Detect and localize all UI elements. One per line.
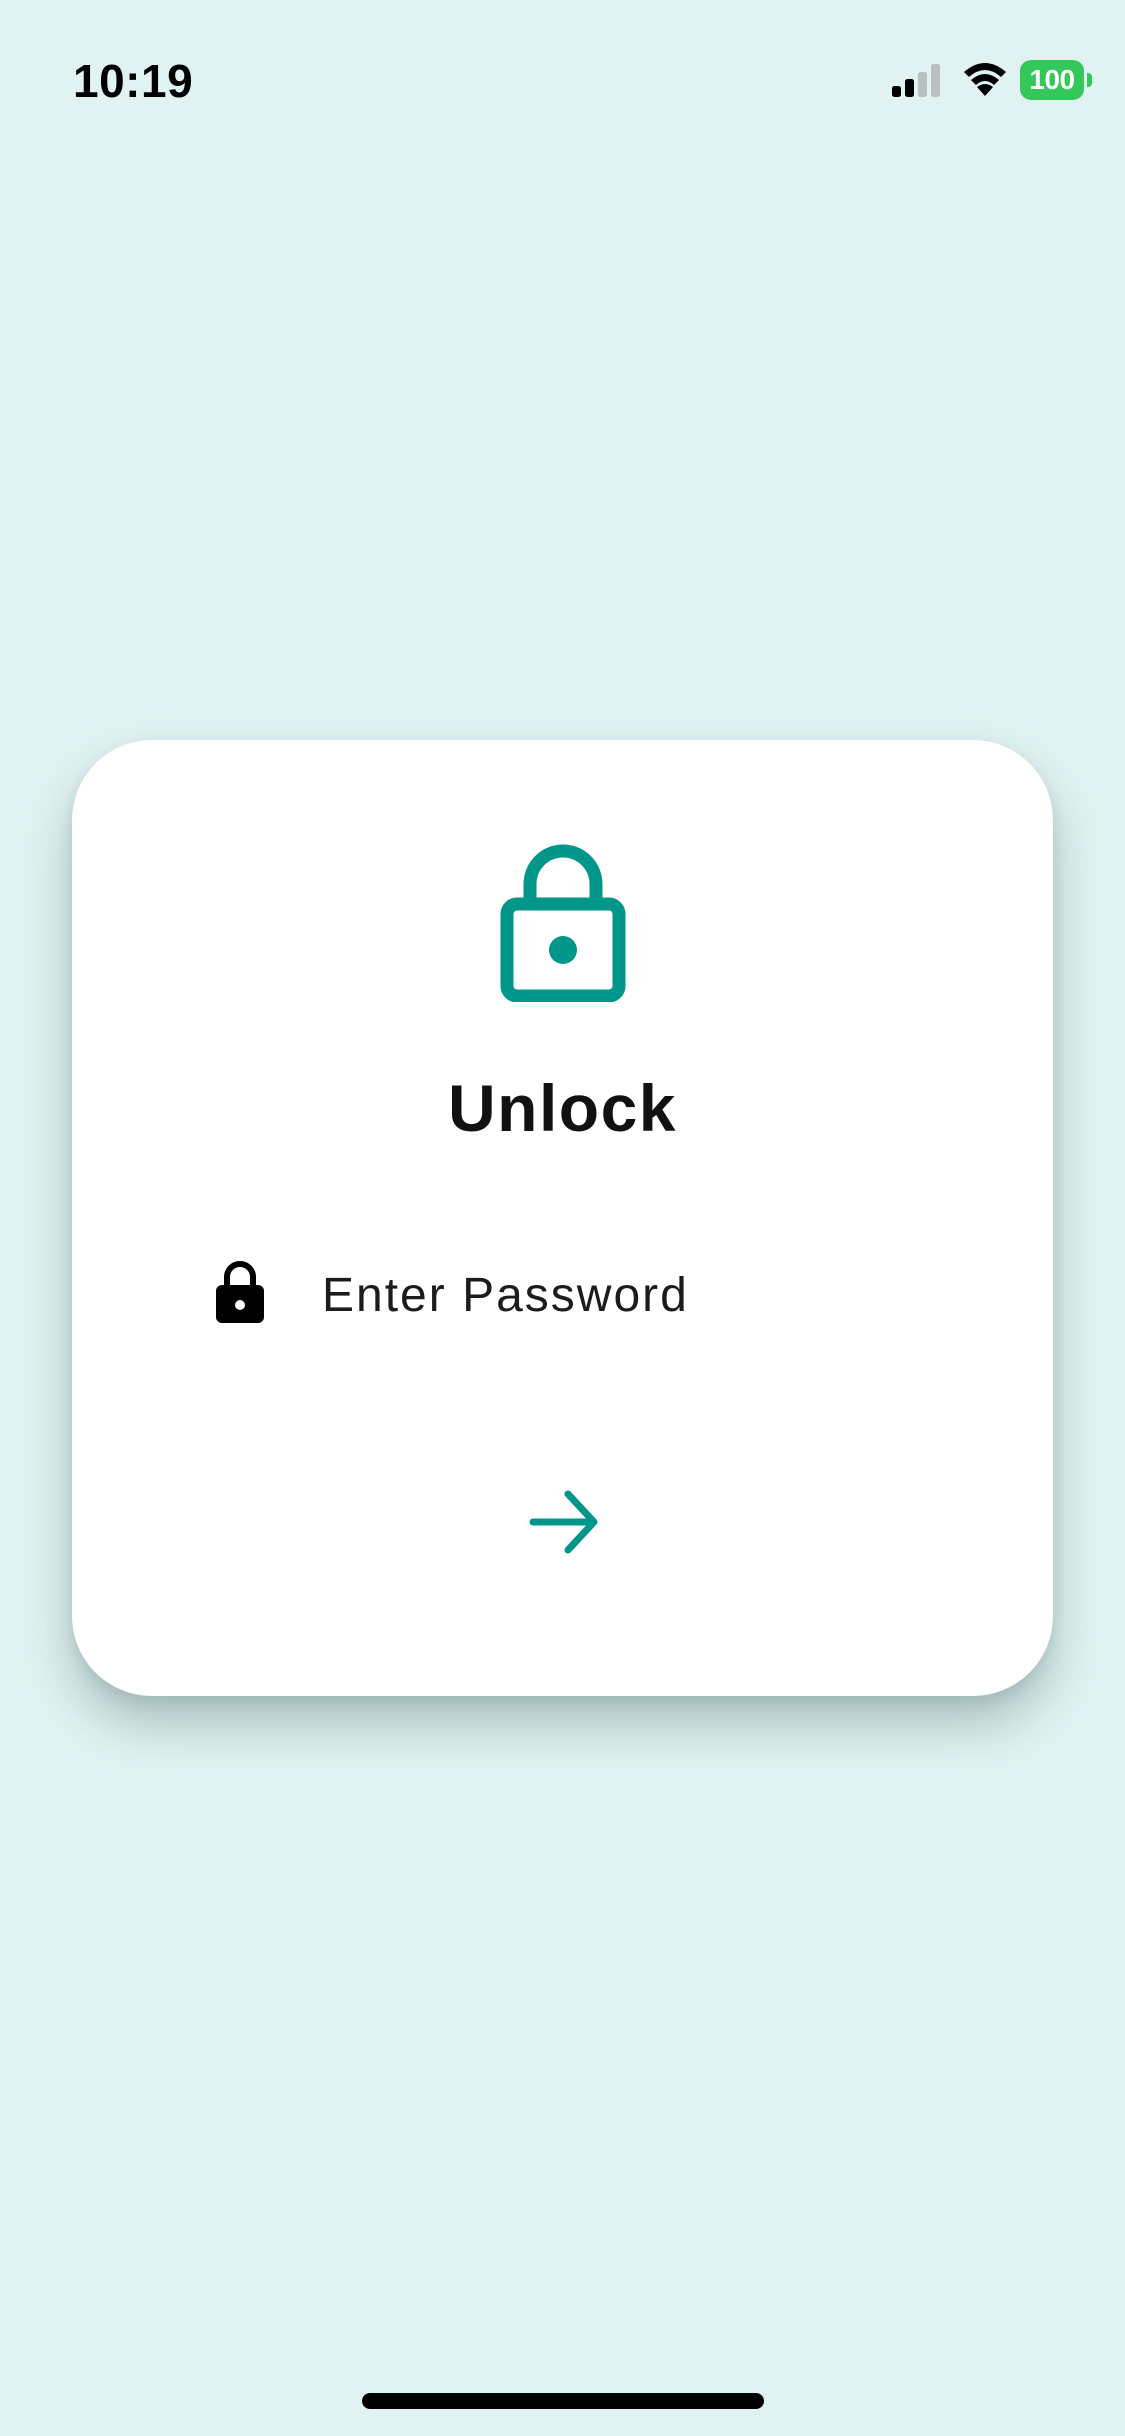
page-title: Unlock	[447, 1071, 678, 1145]
unlock-card: Unlock	[72, 740, 1053, 1696]
submit-button[interactable]	[512, 1482, 612, 1562]
lock-icon	[216, 1261, 264, 1323]
password-row	[212, 1260, 912, 1340]
battery-icon: 100	[1020, 60, 1092, 100]
wifi-icon	[964, 63, 1006, 96]
password-input[interactable]	[322, 1260, 902, 1330]
battery-level: 100	[1020, 60, 1084, 100]
signal-icon	[892, 64, 940, 97]
status-time: 10:19	[73, 55, 194, 107]
status-bar: 10:19 100	[0, 0, 1125, 140]
lock-icon	[500, 844, 626, 1002]
arrow-right-icon	[529, 1490, 598, 1554]
battery-cap	[1087, 73, 1092, 87]
home-indicator[interactable]	[362, 2393, 764, 2409]
